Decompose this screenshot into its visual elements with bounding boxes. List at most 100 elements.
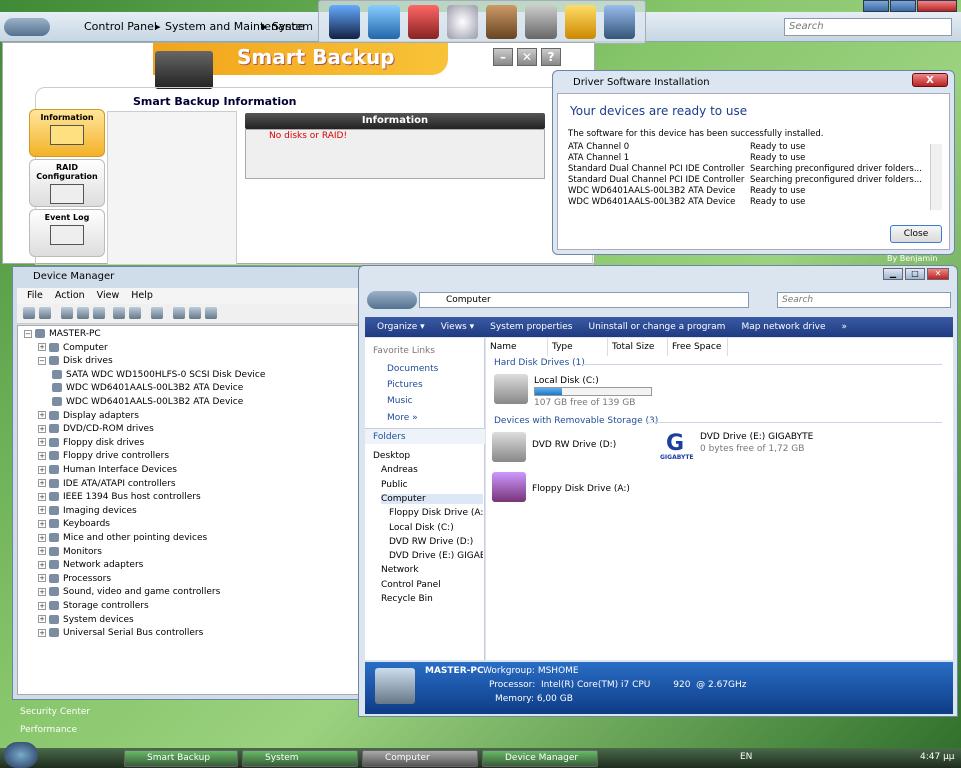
tree-node[interactable]: + Storage controllers <box>38 600 149 613</box>
local-disk-c[interactable]: Local Disk (C:) 107 GB free of 139 GB <box>494 374 654 410</box>
expand-toggle-icon[interactable]: + <box>38 519 46 528</box>
maximize-button[interactable] <box>890 0 916 12</box>
expand-toggle-icon[interactable]: + <box>38 438 46 447</box>
organize-button[interactable]: Organize ▾ <box>377 317 425 337</box>
back-forward-buttons[interactable] <box>4 18 50 36</box>
language-indicator[interactable]: EN <box>740 752 752 762</box>
tree-node[interactable]: + Display adapters <box>38 410 139 423</box>
uninstall-program-button[interactable]: Uninstall or change a program <box>589 317 726 337</box>
programs-icon[interactable] <box>407 5 439 39</box>
task-computer[interactable]: Computer <box>362 750 478 767</box>
removable-group-title[interactable]: Devices with Removable Storage (3) <box>494 416 658 426</box>
tree-node[interactable]: + Processors <box>38 573 111 586</box>
tree-node[interactable]: + Universal Serial Bus controllers <box>38 627 203 640</box>
tree-node[interactable]: + Network adapters <box>38 559 143 572</box>
wrench-icon[interactable] <box>564 5 596 39</box>
expand-toggle-icon[interactable]: − <box>24 329 32 338</box>
expand-toggle-icon[interactable]: + <box>38 479 46 488</box>
col-type[interactable]: Type <box>548 338 608 356</box>
task-system[interactable]: System <box>242 750 358 767</box>
device-status-list[interactable]: ATA Channel 0 Ready to use ATA Channel 1 R… <box>568 142 940 208</box>
folder-tree-item[interactable]: DVD RW Drive (D:) <box>389 537 483 547</box>
hdd-group-title[interactable]: Hard Disk Drives (1) <box>494 358 585 368</box>
breadcrumb-system[interactable]: System <box>272 20 313 33</box>
tree-node[interactable]: + Imaging devices <box>38 505 137 518</box>
menu-action[interactable]: Action <box>55 288 85 304</box>
expand-toggle-icon[interactable]: + <box>38 601 46 610</box>
tree-node[interactable]: + Mice and other pointing devices <box>38 532 207 545</box>
folder-tree-item[interactable]: Recycle Bin <box>381 594 483 604</box>
expand-toggle-icon[interactable]: + <box>38 560 46 569</box>
expand-toggle-icon[interactable]: + <box>38 424 46 433</box>
tree-node[interactable]: + Floppy drive controllers <box>38 450 169 463</box>
tree-leaf[interactable]: WDC WD6401AALS-00L3B2 ATA Device <box>52 396 243 409</box>
folder-tree-item[interactable]: DVD Drive (E:) GIGABY <box>389 551 483 561</box>
col-name[interactable]: Name <box>486 338 548 356</box>
folder-tree-item[interactable]: Computer <box>381 493 483 504</box>
col-total-size[interactable]: Total Size <box>608 338 668 356</box>
dialog-close-x-button[interactable]: X <box>912 73 948 87</box>
tab-event-log[interactable]: Event Log <box>29 209 105 257</box>
dvd-rw-drive-d[interactable]: DVD RW Drive (D:) <box>492 432 632 466</box>
dvd-drive-e[interactable]: G GIGABYTE DVD Drive (E:) GIGABYTE 0 byt… <box>660 432 850 466</box>
maximize-button[interactable]: □ <box>905 268 925 280</box>
tree-leaf[interactable]: WDC WD6401AALS-00L3B2 ATA Device <box>52 382 243 395</box>
expand-toggle-icon[interactable]: + <box>38 628 46 637</box>
close-button[interactable]: ✕ <box>927 268 949 280</box>
tab-information[interactable]: Information <box>29 109 105 157</box>
sb-device-list[interactable] <box>107 111 237 265</box>
minimize-button[interactable] <box>863 0 889 12</box>
floppy-drive-a[interactable]: Floppy Disk Drive (A:) <box>492 472 632 506</box>
expand-toggle-icon[interactable]: + <box>38 615 46 624</box>
expand-toggle-icon[interactable]: + <box>38 574 46 583</box>
tree-node[interactable]: + IDE ATA/ATAPI controllers <box>38 478 176 491</box>
expand-toggle-icon[interactable]: + <box>38 465 46 474</box>
network-icon[interactable] <box>368 5 400 39</box>
expand-toggle-icon[interactable]: + <box>38 492 46 501</box>
address-bar[interactable]: Computer <box>419 292 749 308</box>
views-button[interactable]: Views ▾ <box>441 317 474 337</box>
map-network-drive-button[interactable]: Map network drive <box>741 317 825 337</box>
task-device-manager[interactable]: Device Manager <box>482 750 598 767</box>
expand-toggle-icon[interactable]: + <box>38 587 46 596</box>
uninstall-icon[interactable] <box>189 307 201 319</box>
tree-node[interactable]: + Monitors <box>38 546 102 559</box>
expand-toggle-icon[interactable]: + <box>38 411 46 420</box>
expand-toggle-icon[interactable]: − <box>38 356 46 365</box>
tree-leaf[interactable]: SATA WDC WD1500HLFS-0 SCSI Disk Device <box>52 369 265 382</box>
folder-tree-item[interactable]: Andreas <box>381 465 483 475</box>
search-input[interactable]: Search <box>777 292 951 308</box>
task-smart-backup[interactable]: Smart Backup <box>124 750 238 767</box>
tree-node[interactable]: + Sound, video and game controllers <box>38 586 220 599</box>
expand-toggle-icon[interactable]: + <box>38 451 46 460</box>
disc-icon[interactable] <box>446 5 478 39</box>
fav-music[interactable]: Music <box>387 396 413 406</box>
list-scrollbar[interactable] <box>930 144 942 210</box>
breadcrumb-control-panel[interactable]: Control Panel <box>84 20 157 33</box>
help-icon[interactable] <box>113 307 125 319</box>
tab-raid-configuration[interactable]: RAID Configuration <box>29 159 105 207</box>
tree-node[interactable]: + Keyboards <box>38 518 110 531</box>
expand-toggle-icon[interactable]: + <box>38 547 46 556</box>
properties-icon[interactable] <box>77 307 89 319</box>
menu-view[interactable]: View <box>97 288 120 304</box>
system-search-input[interactable]: Search <box>784 18 952 36</box>
minimize-button[interactable]: ▁ <box>883 268 903 280</box>
tree-view-icon[interactable] <box>61 307 73 319</box>
tree-node[interactable]: + DVD/CD-ROM drives <box>38 423 154 436</box>
fav-pictures[interactable]: Pictures <box>387 380 423 390</box>
disable-icon[interactable] <box>205 307 217 319</box>
folder-tree-item[interactable]: Network <box>381 565 483 575</box>
sb-minimize-button[interactable]: – <box>493 48 513 66</box>
update-driver-icon[interactable] <box>173 307 185 319</box>
tree-node[interactable]: + IEEE 1394 Bus host controllers <box>38 491 201 504</box>
books-icon[interactable] <box>486 5 518 39</box>
folders-header[interactable]: Folders <box>365 428 485 444</box>
tree-node[interactable]: + Human Interface Devices <box>38 464 177 477</box>
folder-tree-item[interactable]: Public <box>381 480 483 490</box>
expand-toggle-icon[interactable]: + <box>38 533 46 542</box>
device-tree[interactable]: − MASTER-PC + Computer − Disk drives SATA WDC … <box>17 325 367 695</box>
forward-arrow-icon[interactable] <box>39 307 51 319</box>
clock[interactable]: 4:47 μμ <box>920 752 955 762</box>
folder-tree-item[interactable]: Local Disk (C:) <box>389 523 483 533</box>
